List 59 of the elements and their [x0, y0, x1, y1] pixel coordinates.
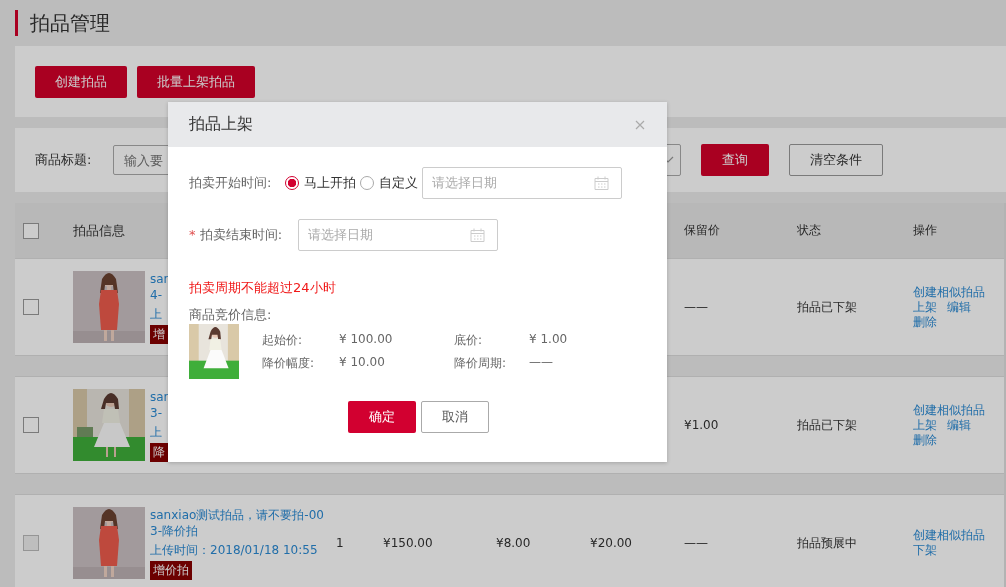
checkbox[interactable]: [23, 417, 39, 433]
status-text: 拍品已下架: [797, 417, 857, 432]
action-link[interactable]: 创建相似拍品: [913, 284, 985, 300]
action-link[interactable]: 编辑: [947, 417, 971, 433]
toolbar-button[interactable]: 批量上架拍品: [137, 65, 255, 98]
checkbox[interactable]: [23, 299, 39, 315]
column-header: 拍品信息: [73, 222, 125, 238]
table-cell: ¥1.00: [684, 418, 719, 432]
info-label: 起始价:: [262, 331, 304, 349]
checkbox[interactable]: [23, 222, 39, 239]
action-link[interactable]: 上架: [913, 299, 937, 315]
info-label: 降价周期:: [454, 354, 508, 372]
dialog-title: 拍品上架: [189, 114, 253, 135]
column-header: 状态: [797, 223, 821, 237]
column-header: 保留价: [684, 223, 720, 237]
auction-type-tag: 降: [150, 442, 168, 462]
status-text: 拍品预展中: [797, 535, 857, 550]
table-cell: ¥150.00: [383, 536, 433, 550]
table-cell: ¥8.00: [496, 536, 531, 550]
action-link[interactable]: 上架: [913, 417, 937, 433]
action-link[interactable]: 编辑: [947, 299, 971, 315]
info-value: ¥ 1.00: [529, 331, 568, 348]
info-value: ——: [529, 354, 554, 371]
filter-button[interactable]: 查询: [701, 144, 769, 176]
field-label: * 拍卖结束时间:: [189, 226, 282, 244]
filter-label: 商品标题:: [35, 151, 93, 169]
info-value: ¥ 100.00: [339, 331, 394, 348]
info-label: 降价幅度:: [262, 354, 316, 372]
upload-time: 上传时间：2018/01/18 10:55: [150, 541, 318, 559]
table-cell: 1: [336, 536, 344, 550]
radio-option[interactable]: 马上开拍: [285, 174, 357, 192]
auction-type-tag: 增: [150, 324, 168, 344]
date-field[interactable]: 请选择日期: [422, 167, 623, 199]
calendar-icon: [470, 228, 485, 242]
action-link[interactable]: 删除: [913, 314, 937, 330]
dialog-button[interactable]: 确定: [347, 401, 416, 433]
filter-button[interactable]: 清空条件: [789, 144, 883, 176]
action-link[interactable]: 创建相似拍品: [913, 402, 985, 418]
radio-option[interactable]: 自定义: [360, 174, 419, 192]
upload-time: 上: [150, 423, 162, 441]
info-value: ¥ 10.00: [339, 354, 386, 371]
upload-time: 上: [150, 305, 162, 323]
close-icon[interactable]: [635, 119, 645, 130]
action-link[interactable]: 删除: [913, 432, 937, 448]
page-title: 拍品管理: [30, 9, 110, 37]
column-header: 操作: [913, 223, 937, 237]
dialog-button[interactable]: 取消: [420, 401, 489, 433]
calendar-icon: [594, 176, 610, 190]
table-cell: ——: [684, 536, 708, 550]
table-cell: ——: [684, 300, 708, 314]
toolbar-button[interactable]: 创建拍品: [35, 65, 127, 98]
info-label: 底价:: [454, 331, 484, 349]
error-message: 拍卖周期不能超过24小时: [189, 279, 337, 297]
field-label: 拍卖开始时间:: [189, 174, 272, 192]
status-text: 拍品已下架: [797, 299, 857, 314]
section-label: 商品竞价信息:: [189, 306, 273, 324]
date-field[interactable]: 请选择日期: [298, 219, 498, 251]
table-cell: ¥20.00: [590, 536, 632, 550]
auction-type-tag: 增价拍: [150, 560, 192, 580]
